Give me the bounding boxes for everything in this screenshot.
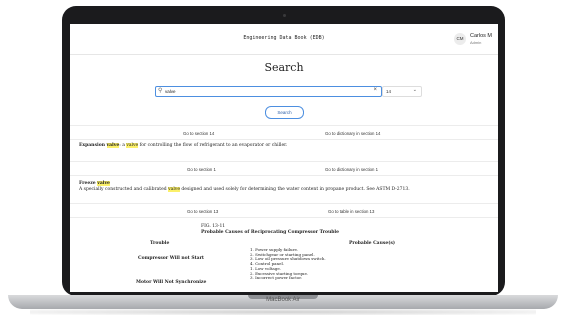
term-highlight: valve [106, 143, 120, 148]
avatar[interactable]: CM [454, 33, 466, 45]
divider [70, 175, 498, 176]
device-label: MacBook Air [266, 297, 300, 303]
trouble-cell: Compressor Will not Start [138, 256, 205, 261]
go-to-section-link[interactable]: Go to section 14 [183, 131, 214, 136]
app-title: Engineering Data Book (EDB) [243, 35, 325, 41]
result-definition-rest: designed and used solely for determining… [179, 187, 410, 192]
column-header-cause: Probable Cause(s) [349, 241, 396, 246]
trouble-cell: Motor Will Not Synchronize [136, 280, 207, 285]
divider [70, 139, 498, 140]
result-entry: Expansion valve: a valve for controlling… [79, 143, 287, 148]
user-role: Admin [470, 40, 482, 45]
divider [70, 125, 498, 126]
result-definition-rest: for controlling the flow of refrigerant … [138, 143, 288, 148]
result-term: Expansion [79, 143, 107, 148]
definition-highlight: valve [168, 187, 180, 192]
app-screen: Engineering Data Book (EDB) CM Carlos M … [70, 24, 498, 292]
close-icon[interactable]: × [373, 87, 377, 93]
search-input[interactable]: ⚲ valve × [155, 86, 382, 97]
search-input-value[interactable]: valve [165, 89, 176, 94]
cause-line: 3. Incorrect power factor. [250, 275, 303, 281]
divider [70, 203, 498, 204]
cause-cell: 1. Power supply failure. 2. Switchgear o… [250, 247, 326, 266]
page-title: Search [264, 61, 304, 74]
go-to-section-link[interactable]: Go to section 1 [187, 167, 216, 172]
divider [70, 217, 498, 218]
camera-dot [283, 14, 286, 17]
figure-title: Probable Causes of Reciprocating Compres… [201, 230, 339, 235]
section-select-value: 14 [386, 89, 392, 94]
user-name[interactable]: Carlos M [470, 33, 492, 39]
app-header: Engineering Data Book (EDB) CM Carlos M … [70, 24, 498, 55]
laptop-shadow [30, 309, 536, 315]
go-to-dictionary-link[interactable]: Go to dictionary in section 14 [325, 131, 380, 136]
go-to-table-link[interactable]: Go to table in section 13 [328, 209, 374, 214]
chevron-down-icon: ⌄ [412, 87, 417, 93]
figure-label: FIG. 13-11 [201, 224, 226, 229]
divider [70, 161, 498, 162]
term-highlight: valve [97, 181, 110, 186]
result-term-text: Freeze [79, 181, 98, 186]
section-select[interactable]: 14 ⌄ [382, 86, 422, 97]
go-to-section-link[interactable]: Go to section 13 [187, 209, 218, 214]
go-to-dictionary-link[interactable]: Go to dictionary in section 1 [325, 167, 378, 172]
result-definition-text: A specially constructed and calibrated [79, 187, 169, 192]
definition-highlight: valve [126, 143, 139, 148]
cause-cell: 1. Low voltage. 2. Excessive starting to… [250, 266, 308, 281]
search-icon: ⚲ [158, 88, 163, 94]
search-button[interactable]: Search [265, 106, 304, 119]
column-header-trouble: Trouble [150, 241, 170, 246]
result-definition: A specially constructed and calibrated v… [79, 187, 410, 192]
result-term: Freeze valve [79, 181, 110, 186]
